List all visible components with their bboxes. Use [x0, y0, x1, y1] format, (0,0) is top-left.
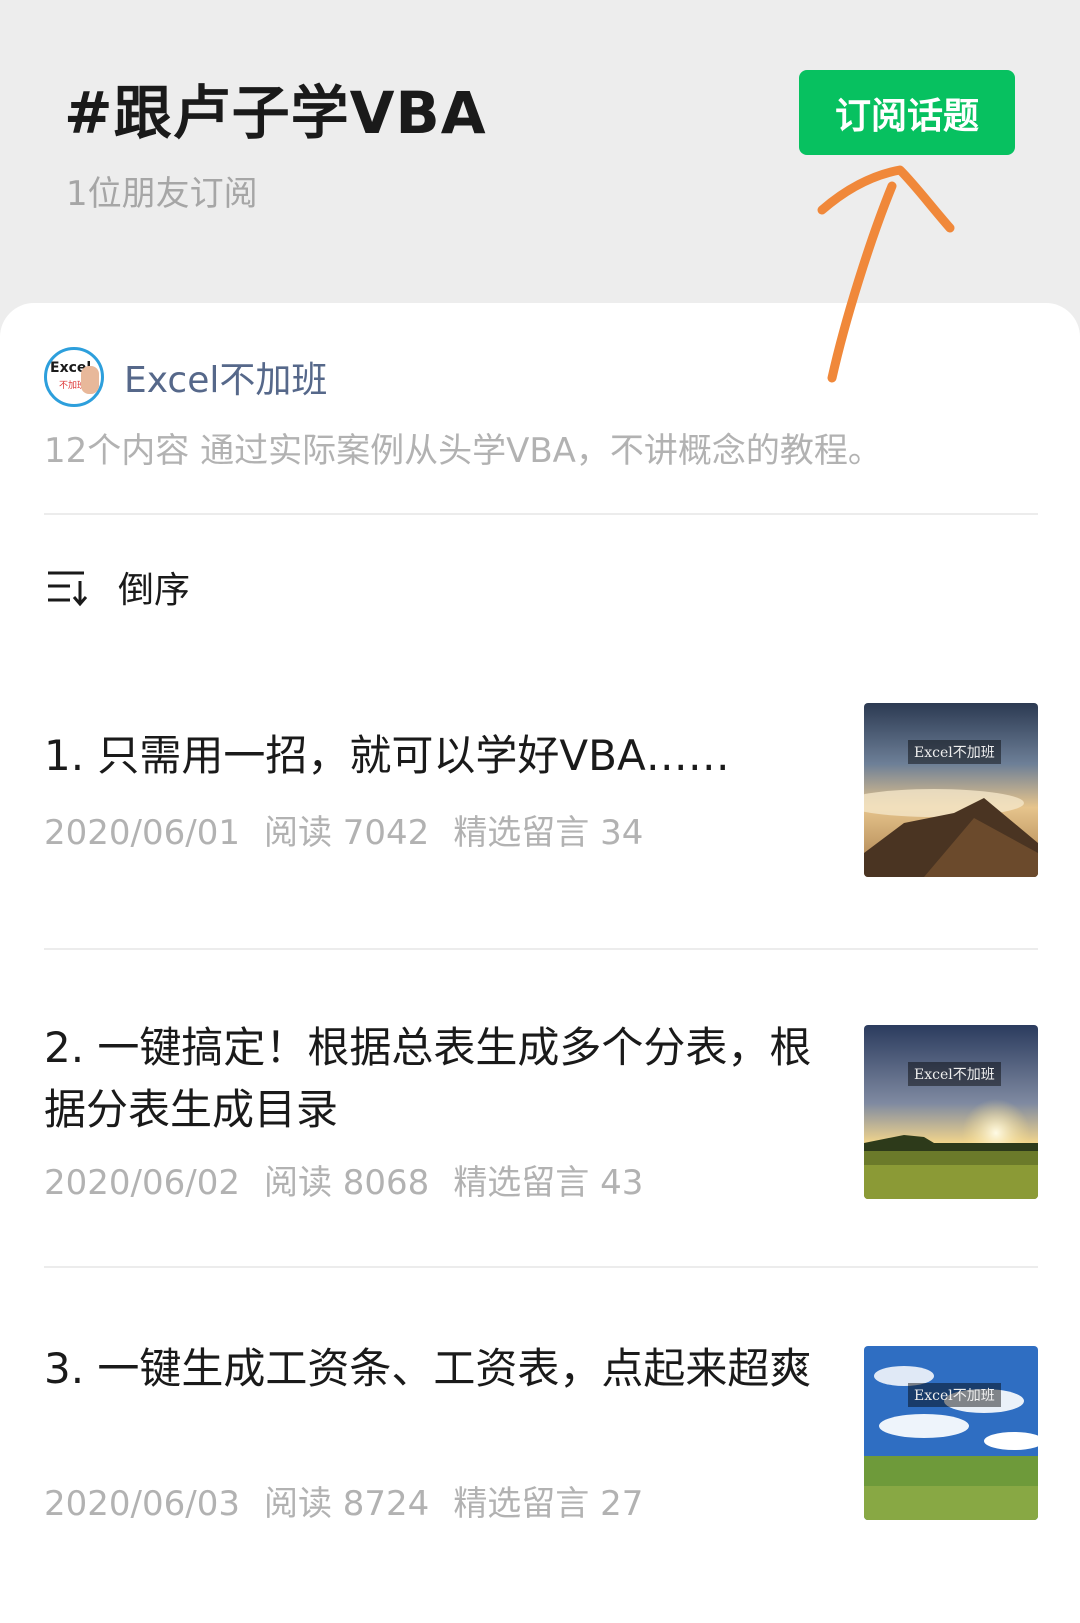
author-name[interactable]: Excel不加班 — [124, 351, 327, 403]
author-row[interactable]: Excel 不加班 Excel不加班 — [44, 347, 327, 407]
article-comments: 精选留言 27 — [453, 1484, 644, 1524]
thumbnail-field-sunset — [864, 1025, 1038, 1199]
divider — [44, 948, 1038, 950]
article-date: 2020/06/01 — [44, 813, 240, 853]
author-avatar[interactable]: Excel 不加班 — [44, 347, 104, 407]
article-meta: 2020/06/02 阅读 8068 精选留言 43 — [44, 1155, 667, 1204]
article-comments: 精选留言 43 — [453, 1163, 644, 1203]
topic-title: #跟卢子学VBA — [64, 79, 487, 147]
article-reads: 阅读 8724 — [263, 1484, 430, 1524]
topic-header: #跟卢子学VBA 1位朋友订阅 订阅话题 — [0, 0, 1080, 320]
article-reads: 阅读 7042 — [263, 813, 430, 853]
thumbnail-watermark: Excel不加班 — [908, 740, 1001, 764]
article-date: 2020/06/03 — [44, 1484, 240, 1524]
article-title: 2. 一键搞定！根据总表生成多个分表，根据分表生成目录 — [44, 1023, 812, 1134]
article-comments: 精选留言 34 — [453, 813, 644, 853]
article-title: 1. 只需用一招，就可以学好VBA…… — [44, 731, 730, 780]
thumbnail-watermark: Excel不加班 — [908, 1383, 1001, 1407]
divider — [44, 513, 1038, 515]
article-item[interactable]: 3. 一键生成工资条、工资表，点起来超爽 2020/06/03 阅读 8724 精选… — [44, 1344, 1038, 1586]
thumbnail-mountain-sunrise — [864, 703, 1038, 877]
article-title: 3. 一键生成工资条、工资表，点起来超爽 — [44, 1344, 812, 1393]
article-meta: 2020/06/01 阅读 7042 精选留言 34 — [44, 805, 667, 854]
subscribe-topic-button[interactable]: 订阅话题 — [799, 70, 1015, 155]
sort-label: 倒序 — [118, 570, 191, 611]
sort-desc-icon — [48, 571, 88, 607]
avatar-face — [81, 366, 99, 394]
article-date: 2020/06/02 — [44, 1163, 240, 1203]
topic-description: 12个内容 通过实际案例从头学VBA，不讲概念的教程。 — [44, 431, 882, 471]
article-item[interactable]: 2. 一键搞定！根据总表生成多个分表，根据分表生成目录 2020/06/02 阅读… — [44, 1023, 1038, 1265]
thumbnail-grassland-sky — [864, 1346, 1038, 1520]
article-meta: 2020/06/03 阅读 8724 精选留言 27 — [44, 1476, 667, 1525]
article-thumbnail[interactable]: Excel不加班 — [864, 1346, 1038, 1520]
thumbnail-watermark: Excel不加班 — [908, 1062, 1001, 1086]
sort-toggle[interactable]: 倒序 — [46, 561, 190, 613]
article-reads: 阅读 8068 — [263, 1163, 430, 1203]
article-thumbnail[interactable]: Excel不加班 — [864, 1025, 1038, 1199]
topic-content-card: Excel 不加班 Excel不加班 12个内容 通过实际案例从头学VBA，不讲… — [0, 303, 1080, 1623]
subscriber-count: 1位朋友订阅 — [66, 174, 258, 214]
divider — [44, 1266, 1038, 1268]
article-item[interactable]: 1. 只需用一招，就可以学好VBA…… 2020/06/01 阅读 7042 精选留… — [44, 703, 1038, 943]
article-thumbnail[interactable]: Excel不加班 — [864, 703, 1038, 877]
